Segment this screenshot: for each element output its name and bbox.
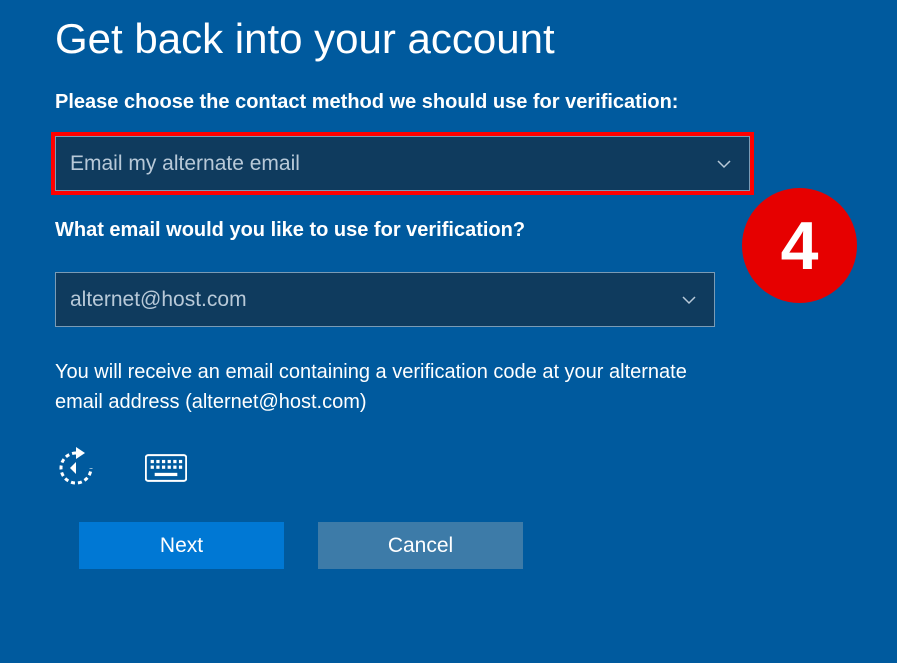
- info-email: (alternet@host.com): [185, 391, 366, 413]
- refresh-icon[interactable]: [55, 447, 97, 489]
- verification-info-text: You will receive an email containing a v…: [55, 357, 715, 417]
- button-row: Next Cancel: [79, 522, 842, 569]
- cancel-button[interactable]: Cancel: [318, 522, 523, 569]
- chevron-down-icon: [717, 157, 731, 171]
- contact-method-label: Please choose the contact method we shou…: [55, 91, 842, 114]
- email-select-dropdown[interactable]: alternet@host.com: [55, 272, 715, 327]
- icon-row: [55, 447, 842, 489]
- contact-method-dropdown[interactable]: Email my alternate email: [55, 136, 750, 191]
- page-title: Get back into your account: [55, 0, 842, 63]
- email-select-label: What email would you like to use for ver…: [55, 219, 842, 242]
- info-prefix: You will receive an email containing a v…: [55, 361, 687, 413]
- email-select-selected: alternet@host.com: [70, 288, 247, 312]
- step-badge-number: 4: [781, 212, 819, 280]
- keyboard-icon[interactable]: [145, 447, 187, 489]
- contact-method-selected: Email my alternate email: [70, 152, 300, 176]
- chevron-down-icon: [682, 293, 696, 307]
- step-badge: 4: [742, 188, 857, 303]
- next-button[interactable]: Next: [79, 522, 284, 569]
